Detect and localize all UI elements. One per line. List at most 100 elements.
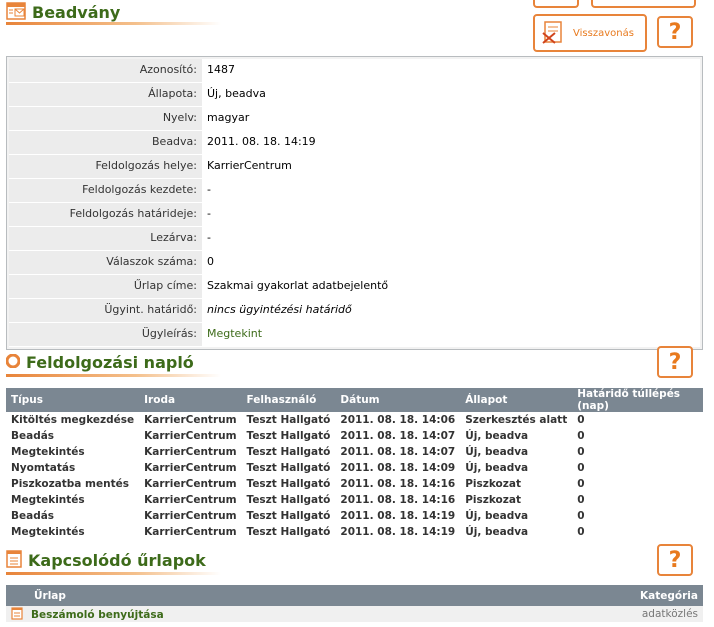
revoke-icon [541,19,567,48]
top-button-stub-left[interactable] [533,0,579,8]
log-row: Piszkozatba mentés KarrierCentrum Teszt Ha… [6,476,703,492]
detail-row: Állapota: Új, beadva [9,83,700,107]
page-title: Beadvány [32,3,121,22]
help-button-top[interactable]: ? [657,16,693,48]
log-col-header: Iroda [139,388,242,412]
log-cell: 0 [577,430,585,442]
log-row: Megtekintés KarrierCentrum Teszt Hallgató 2… [6,444,703,460]
log-cell: 2011. 08. 18. 14:07 [340,446,456,458]
detail-label: Feldolgozás helye: [9,155,202,178]
detail-row: Lezárva: - [9,227,700,251]
log-header: Feldolgozási napló [5,353,194,372]
forms-underline [6,572,221,575]
log-cell: Teszt Hallgató [246,446,331,458]
detail-value: nincs ügyintézési határidő [202,299,700,322]
detail-value: - [202,179,700,202]
log-cell: KarrierCentrum [144,478,237,490]
detail-label: Állapota: [9,83,202,106]
form-category: adatközlés [497,606,703,622]
log-cell: KarrierCentrum [144,414,237,426]
detail-label: Beadva: [9,131,202,154]
log-row: Megtekintés KarrierCentrum Teszt Hallgató 2… [6,492,703,508]
detail-label: Űrlap címe: [9,275,202,298]
log-table: Típus Iroda Felhasználó Dátum Állapot Határid… [6,388,703,540]
log-cell: Szerkesztés alatt [465,414,568,426]
top-button-stub-right[interactable] [591,0,696,8]
log-cell: KarrierCentrum [144,462,237,474]
detail-label: Feldolgozás határideje: [9,203,202,226]
log-cell: 2011. 08. 18. 14:09 [340,462,456,474]
log-cell: Teszt Hallgató [246,430,331,442]
view-description-link[interactable]: Megtekint [202,323,700,346]
detail-row: Feldolgozás határideje: - [9,203,700,227]
help-button-forms[interactable]: ? [657,544,693,576]
detail-row: Ügyint. határidő: nincs ügyintézési határ… [9,299,700,323]
detail-row: Űrlap címe: Szakmai gyakorlat adatbejelen… [9,275,700,299]
log-cell: Teszt Hallgató [246,478,331,490]
log-cell: 0 [577,414,585,426]
detail-value: Szakmai gyakorlat adatbejelentő [202,275,700,298]
log-cell: 2011. 08. 18. 14:16 [340,478,456,490]
detail-row: Ügyleírás: Megtekint [9,323,700,347]
log-cell: 2011. 08. 18. 14:19 [340,526,456,538]
log-cell: KarrierCentrum [144,510,237,522]
log-cell: Beadás [11,510,55,522]
form-name-cell[interactable]: Beszámoló benyújtása [6,606,498,622]
log-cell: Új, beadva [465,462,529,474]
log-row: Kitöltés megkezdése KarrierCentrum Teszt H… [6,412,703,428]
log-cell: 0 [577,510,585,522]
log-col-header: Dátum [335,388,461,412]
log-cell: Új, beadva [465,510,529,522]
detail-value: 2011. 08. 18. 14:19 [202,131,700,154]
mail-doc-icon [6,2,26,23]
detail-row: Beadva: 2011. 08. 18. 14:19 [9,131,700,155]
log-cell: 2011. 08. 18. 14:06 [340,414,456,426]
detail-label: Feldolgozás kezdete: [9,179,202,202]
forms-table-header: Űrlap Kategória [6,585,703,606]
log-cell: KarrierCentrum [144,446,237,458]
log-cell: 0 [577,494,585,506]
detail-row: Azonosító: 1487 [9,59,700,83]
log-table-header: Típus Iroda Felhasználó Dátum Állapot Határid… [6,388,703,412]
log-col-header: Felhasználó [241,388,336,412]
detail-label: Azonosító: [9,59,202,82]
log-cell: 0 [577,526,585,538]
log-cell: KarrierCentrum [144,526,237,538]
log-cell: Piszkozat [465,494,521,506]
log-cell: KarrierCentrum [144,494,237,506]
log-col-header: Állapot [460,388,573,412]
log-cell: Teszt Hallgató [246,414,331,426]
col-category: Kategória [497,585,703,606]
log-row: Nyomtatás KarrierCentrum Teszt Hallgató 201… [6,460,703,476]
revoke-button[interactable]: Visszavonás [533,14,647,52]
revoke-label: Visszavonás [573,27,634,39]
log-row: Beadás KarrierCentrum Teszt Hallgató 2011. … [6,428,703,444]
log-cell: Megtekintés [11,494,85,506]
log-cell: 2011. 08. 18. 14:19 [340,510,456,522]
help-button-log[interactable]: ? [657,346,693,378]
forms-header: Kapcsolódó űrlapok [6,550,206,571]
form-row[interactable]: Beszámoló benyújtása adatközlés [6,606,703,622]
detail-row: Feldolgozás kezdete: - [9,179,700,203]
log-row: Megtekintés KarrierCentrum Teszt Hallgató 2… [6,524,703,540]
forms-title: Kapcsolódó űrlapok [28,551,206,570]
log-cell: KarrierCentrum [144,430,237,442]
form-name-link[interactable]: Beszámoló benyújtása [31,609,164,621]
log-cell: 0 [577,446,585,458]
detail-row: Feldolgozás helye: KarrierCentrum [9,155,700,179]
log-cell: 2011. 08. 18. 14:16 [340,494,456,506]
form-doc-icon [11,607,23,620]
log-cell: Piszkozatba mentés [11,478,129,490]
log-underline [6,374,221,377]
log-col-header: Határidő túllépés (nap) [572,388,703,412]
form-doc-icon [6,550,22,571]
log-cell: Teszt Hallgató [246,494,331,506]
detail-label: Lezárva: [9,227,202,250]
detail-value: magyar [202,107,700,130]
detail-value: KarrierCentrum [202,155,700,178]
log-cell: Kitöltés megkezdése [11,414,135,426]
details-panel: Azonosító: 1487 Állapota: Új, beadva Nyelv: m… [6,56,703,350]
log-cell: Megtekintés [11,446,85,458]
log-cell: 0 [577,478,585,490]
log-cell: Megtekintés [11,526,85,538]
